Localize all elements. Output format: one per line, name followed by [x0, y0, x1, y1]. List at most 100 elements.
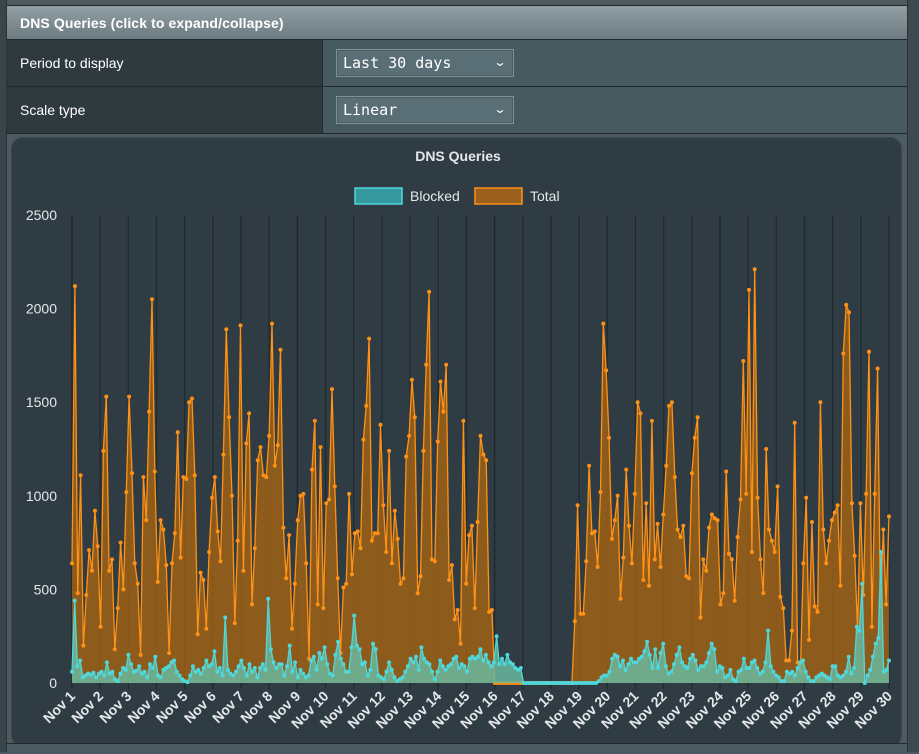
blocked-point [739, 667, 744, 672]
blocked-point [741, 656, 746, 661]
blocked-point [844, 669, 848, 674]
total-point [204, 626, 209, 631]
total-point [635, 400, 640, 405]
total-point [738, 497, 743, 502]
total-point [401, 576, 406, 581]
blocked-point [373, 647, 378, 652]
blocked-point [768, 664, 773, 669]
total-point [235, 538, 240, 543]
total-point [887, 514, 891, 519]
total-point [664, 463, 669, 468]
y-tick-label: 1500 [26, 394, 57, 410]
blocked-point [185, 680, 190, 685]
blocked-point [776, 675, 781, 680]
total-point [707, 525, 711, 530]
total-point [418, 574, 423, 579]
blocked-point [806, 675, 811, 680]
total-point [104, 394, 109, 399]
blocked-point [118, 671, 123, 676]
blocked-point [876, 636, 881, 641]
blocked-point [190, 664, 195, 669]
blocked-point [196, 667, 201, 672]
blocked-point [782, 679, 787, 684]
total-point [692, 435, 697, 440]
blocked-point [448, 662, 453, 667]
total-point [70, 561, 74, 566]
blocked-point [604, 673, 609, 678]
blocked-point [505, 652, 510, 657]
blocked-point [680, 660, 685, 665]
total-point [724, 469, 729, 474]
blocked-point [285, 664, 289, 669]
legend-swatch-total[interactable] [474, 187, 523, 205]
blocked-point [387, 660, 392, 665]
blocked-point [846, 654, 851, 659]
blocked-point [712, 647, 717, 652]
blocked-point [325, 662, 330, 667]
blocked-point [747, 666, 752, 670]
blocked-point [489, 664, 494, 669]
total-point [729, 557, 734, 562]
total-point [364, 403, 369, 408]
total-point [412, 415, 417, 420]
total-point [75, 591, 80, 596]
blocked-point [142, 669, 147, 674]
blocked-point [639, 654, 644, 659]
total-point [81, 643, 86, 648]
legend-swatch-blocked[interactable] [354, 187, 403, 205]
blocked-point [403, 669, 408, 674]
blocked-point [629, 656, 633, 661]
blocked-point [239, 658, 244, 663]
blocked-point [252, 666, 257, 670]
blocked-point [811, 679, 816, 684]
blocked-point [290, 669, 295, 674]
total-point [110, 557, 114, 562]
total-point [192, 473, 197, 478]
blocked-point [491, 660, 496, 665]
total-point [658, 564, 663, 569]
blocked-point [172, 658, 177, 663]
blocked-point [349, 645, 354, 650]
total-point [812, 604, 817, 609]
total-point [469, 523, 474, 528]
total-point [649, 418, 654, 423]
total-point [607, 435, 611, 440]
blocked-point [336, 639, 341, 644]
dns-queries-chart: 0 500 1000 1500 2000 2500 Nov 1Nov 2Nov 3Nov … [26, 148, 895, 732]
blocked-point [317, 651, 322, 655]
blocked-point [110, 669, 115, 674]
total-point [458, 641, 463, 646]
blocked-point [400, 675, 405, 680]
total-point [409, 377, 414, 382]
total-point [452, 617, 457, 622]
blocked-point [626, 662, 631, 667]
legend-label-total[interactable]: Total [530, 188, 560, 204]
x-axis-ticks: Nov 1Nov 2Nov 3Nov 4Nov 5Nov 6Nov 7Nov 8… [40, 688, 895, 732]
total-point [267, 433, 272, 438]
blocked-point [715, 669, 719, 674]
total-point [818, 400, 823, 405]
total-point [467, 533, 472, 538]
blocked-point [419, 645, 424, 650]
total-point [638, 411, 643, 416]
blocked-point [701, 664, 706, 669]
blocked-point [338, 656, 343, 661]
blocked-point [306, 673, 311, 678]
blocked-point [663, 664, 668, 669]
blocked-point [365, 673, 370, 678]
total-point [832, 510, 837, 515]
total-point [287, 533, 292, 538]
blocked-point [233, 669, 238, 674]
total-point [324, 501, 329, 506]
legend-label-blocked[interactable]: Blocked [410, 188, 460, 204]
total-point [621, 555, 626, 560]
total-point [758, 557, 763, 562]
total-point [629, 561, 634, 566]
total-point [804, 495, 809, 500]
total-point [609, 536, 614, 541]
blocked-point [792, 673, 797, 678]
total-point [775, 484, 780, 489]
total-point [332, 484, 337, 489]
total-point [72, 284, 77, 289]
total-point [275, 443, 280, 448]
